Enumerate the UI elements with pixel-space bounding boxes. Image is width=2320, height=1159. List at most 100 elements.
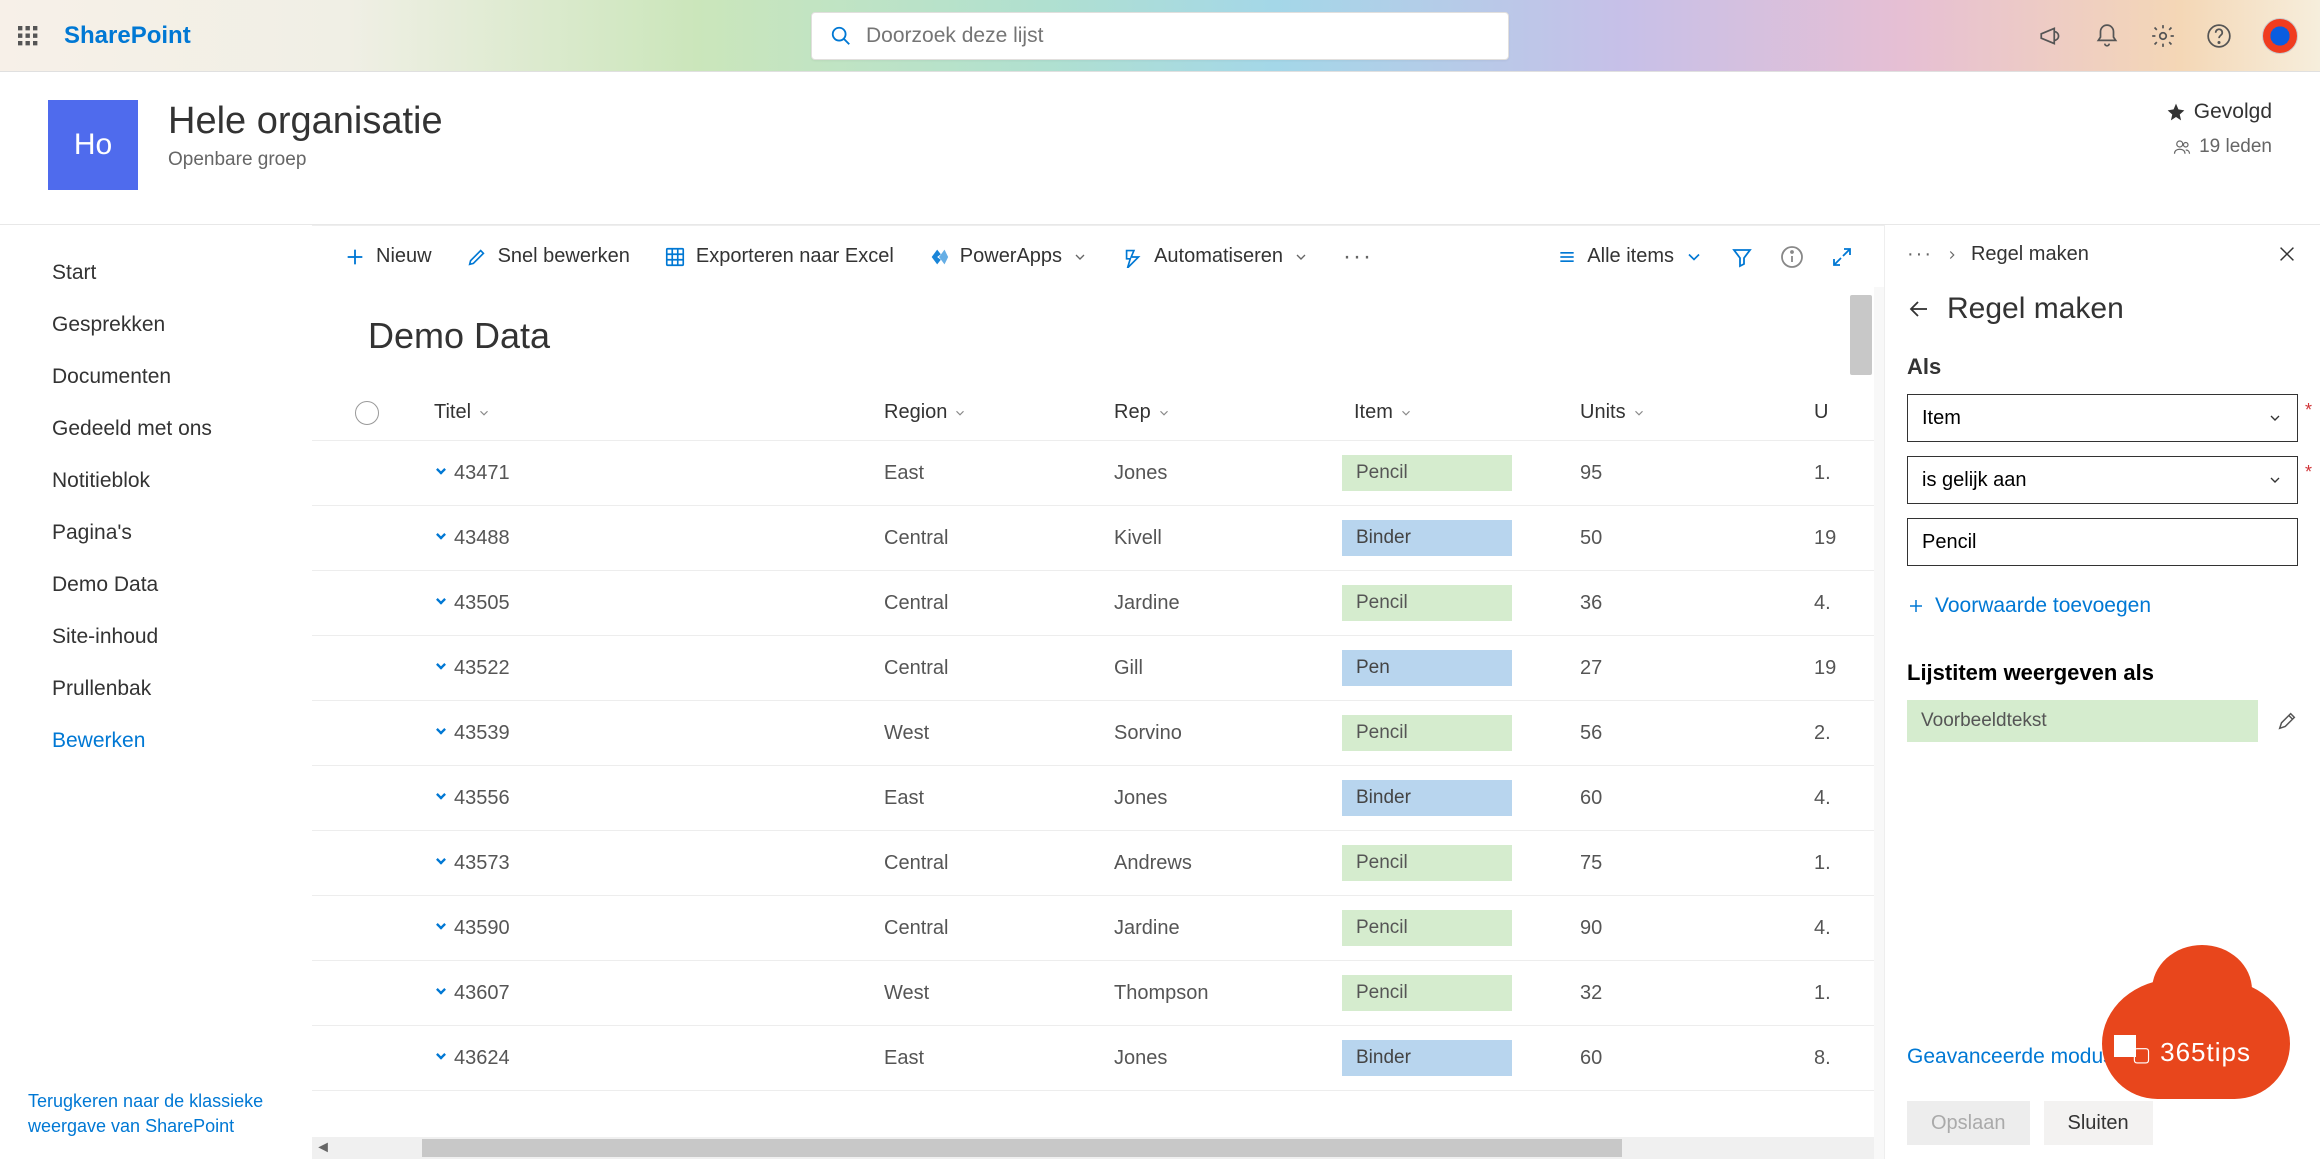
avatar[interactable] — [2262, 18, 2298, 54]
help-icon[interactable] — [2206, 23, 2232, 49]
cell-units: 36 — [1568, 592, 1802, 615]
members-link[interactable]: 19 leden — [2166, 136, 2272, 158]
value-input[interactable] — [1907, 518, 2298, 566]
nav-item[interactable]: Gesprekken — [52, 299, 312, 351]
table-row[interactable]: 43573CentralAndrewsPencil751. — [312, 831, 1874, 896]
table-row[interactable]: 43488CentralKivellBinder5019 — [312, 506, 1874, 571]
cell-titel: 43573 — [422, 852, 872, 875]
search-box[interactable] — [811, 12, 1509, 60]
cell-region: Central — [872, 657, 1102, 680]
chevron-down-icon — [477, 406, 491, 420]
cell-region: Central — [872, 852, 1102, 875]
style-icon[interactable] — [2276, 710, 2298, 732]
cell-region: West — [872, 982, 1102, 1005]
table-row[interactable]: 43471EastJonesPencil951. — [312, 441, 1874, 506]
powerapps-label: PowerApps — [960, 245, 1062, 268]
close-icon[interactable] — [2276, 243, 2298, 265]
megaphone-icon[interactable] — [2038, 23, 2064, 49]
close-button[interactable]: Sluiten — [2044, 1101, 2153, 1145]
value-input-field[interactable] — [1922, 531, 2283, 554]
filter-icon[interactable] — [1730, 245, 1754, 269]
table-row[interactable]: 43539WestSorvinoPencil562. — [312, 701, 1874, 766]
powerapps-button[interactable]: PowerApps — [914, 226, 1102, 287]
column-header-unit[interactable]: U — [1802, 401, 1862, 424]
automate-label: Automatiseren — [1154, 245, 1283, 268]
preview-box: Voorbeeldtekst — [1907, 700, 2258, 742]
cell-region: East — [872, 787, 1102, 810]
classic-link[interactable]: Terugkeren naar de klassieke weergave va… — [28, 1089, 284, 1139]
nav-item[interactable]: Start — [52, 247, 312, 299]
expand-icon[interactable] — [1830, 245, 1854, 269]
record-icon — [431, 593, 451, 613]
panel-breadcrumb: ··· Regel maken — [1907, 243, 2298, 266]
cell-item: Pencil — [1342, 845, 1568, 881]
nav-item[interactable]: Gedeeld met ons — [52, 403, 312, 455]
cell-titel: 43607 — [422, 982, 872, 1005]
vertical-scrollbar[interactable] — [1850, 295, 1872, 375]
automate-button[interactable]: Automatiseren — [1108, 226, 1323, 287]
table-row[interactable]: 43624EastJonesBinder608. — [312, 1026, 1874, 1091]
app-launcher-icon[interactable] — [12, 20, 44, 52]
column-header-item[interactable]: Item — [1342, 401, 1568, 424]
panel-title: Regel maken — [1907, 292, 2298, 326]
breadcrumb-current: Regel maken — [1971, 243, 2089, 266]
cell-unit: 19 — [1802, 527, 1862, 550]
bell-icon[interactable] — [2094, 23, 2120, 49]
column-select[interactable]: Item — [1907, 394, 2298, 442]
nav-edit-link[interactable]: Bewerken — [52, 715, 312, 767]
follow-button[interactable]: Gevolgd — [2166, 100, 2272, 124]
column-header-rep[interactable]: Rep — [1102, 401, 1342, 424]
operator-select[interactable]: is gelijk aan — [1907, 456, 2298, 504]
site-header: Ho Hele organisatie Openbare groep Gevol… — [0, 72, 2320, 224]
quickedit-button[interactable]: Snel bewerken — [452, 226, 644, 287]
cell-unit: 19 — [1802, 657, 1862, 680]
breadcrumb-more[interactable]: ··· — [1907, 243, 1933, 266]
gear-icon[interactable] — [2150, 23, 2176, 49]
nav-item[interactable]: Prullenbak — [52, 663, 312, 715]
scroll-left-icon[interactable]: ◄ — [312, 1137, 334, 1159]
column-header-units[interactable]: Units — [1568, 401, 1802, 424]
export-button[interactable]: Exporteren naar Excel — [650, 226, 908, 287]
back-arrow-icon[interactable] — [1907, 297, 1931, 321]
site-logo[interactable]: Ho — [48, 100, 138, 190]
select-all-column[interactable] — [312, 401, 422, 425]
cell-unit: 4. — [1802, 787, 1862, 810]
table-row[interactable]: 43505CentralJardinePencil364. — [312, 571, 1874, 636]
brand-label[interactable]: SharePoint — [64, 22, 191, 50]
table-row[interactable]: 43607WestThompsonPencil321. — [312, 961, 1874, 1026]
scroll-thumb[interactable] — [422, 1139, 1622, 1157]
cell-units: 32 — [1568, 982, 1802, 1005]
follow-label: Gevolgd — [2194, 100, 2272, 124]
cell-unit: 1. — [1802, 462, 1862, 485]
chevron-down-icon — [1684, 247, 1704, 267]
add-condition-button[interactable]: Voorwaarde toevoegen — [1907, 594, 2298, 618]
nav-item[interactable]: Demo Data — [52, 559, 312, 611]
cell-item: Pencil — [1342, 455, 1568, 491]
table-row[interactable]: 43556EastJonesBinder604. — [312, 766, 1874, 831]
horizontal-scrollbar[interactable]: ◄ — [312, 1137, 1874, 1159]
table-row[interactable]: 43522CentralGillPen2719 — [312, 636, 1874, 701]
view-selector[interactable]: Alle items — [1557, 245, 1704, 268]
column-header-region[interactable]: Region — [872, 401, 1102, 424]
nav-item[interactable]: Pagina's — [52, 507, 312, 559]
table-row[interactable]: 43590CentralJardinePencil904. — [312, 896, 1874, 961]
nav-item[interactable]: Notitieblok — [52, 455, 312, 507]
record-icon — [431, 918, 451, 938]
flow-icon — [1122, 246, 1144, 268]
nav-item[interactable]: Documenten — [52, 351, 312, 403]
info-icon[interactable] — [1780, 245, 1804, 269]
cell-rep: Jardine — [1102, 592, 1342, 615]
search-input[interactable] — [866, 24, 1490, 48]
record-icon — [431, 723, 451, 743]
new-button[interactable]: Nieuw — [330, 226, 446, 287]
cell-rep: Jardine — [1102, 917, 1342, 940]
record-icon — [431, 658, 451, 678]
nav-item[interactable]: Site-inhoud — [52, 611, 312, 663]
cell-rep: Jones — [1102, 1047, 1342, 1070]
people-icon — [2173, 138, 2191, 156]
save-button[interactable]: Opslaan — [1907, 1101, 2030, 1145]
more-button[interactable]: ··· — [1329, 226, 1387, 287]
chevron-down-icon — [2267, 410, 2283, 426]
cell-rep: Jones — [1102, 787, 1342, 810]
column-header-titel[interactable]: Titel — [422, 401, 872, 424]
